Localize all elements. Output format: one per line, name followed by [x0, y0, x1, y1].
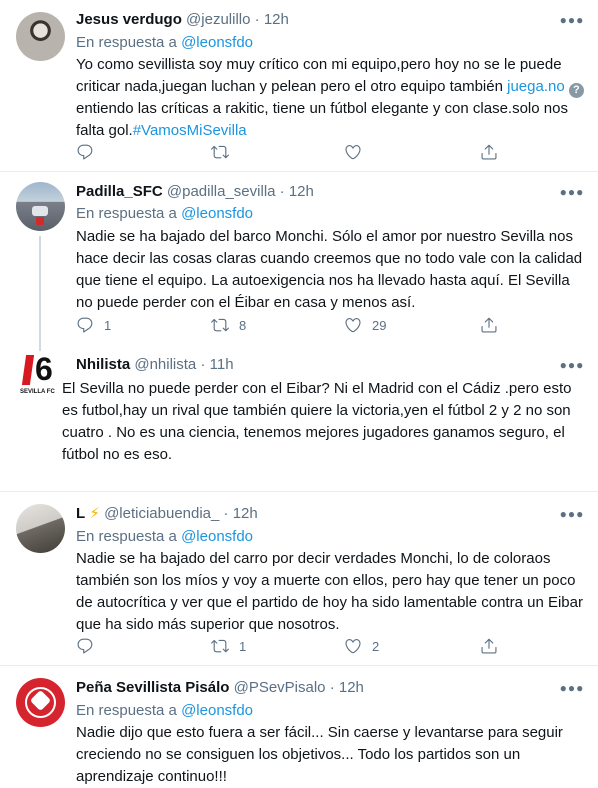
reply-context: En respuesta a @leonsfdo [76, 204, 253, 224]
like-count: 29 [372, 317, 387, 333]
heart-icon [345, 145, 361, 160]
thread-line [39, 347, 41, 351]
heart-icon [345, 639, 361, 654]
logo-bar-shape [21, 355, 35, 385]
reply-prefix: En respuesta a [76, 205, 177, 222]
share-button[interactable] [480, 636, 498, 656]
reply-context: En respuesta a @leonsfdo [76, 701, 253, 721]
avatar[interactable] [16, 504, 65, 553]
avatar-logo-number: 6 [35, 353, 53, 387]
retweet-count: 1 [239, 638, 247, 654]
retweet-icon [211, 639, 229, 653]
author-handle[interactable]: @leticiabuendia_ [104, 505, 219, 522]
thread-line [39, 236, 41, 347]
avatar[interactable] [16, 182, 65, 231]
like-button[interactable]: 29 [344, 315, 386, 335]
tweet-pena-sevillista-pisalo[interactable]: Peña Sevillista Pisálo @PSevPisalo · 12h… [0, 666, 598, 785]
separator-dot: · [223, 505, 229, 522]
avatar[interactable] [16, 678, 65, 727]
author-name[interactable]: L [76, 505, 85, 522]
more-options-icon[interactable]: ●●● [560, 182, 584, 202]
reply-prefix: En respuesta a [76, 528, 177, 545]
separator-dot: · [254, 11, 260, 28]
hashtag-link[interactable]: #VamosMiSevilla [133, 122, 247, 139]
more-options-icon[interactable]: ●●● [560, 355, 584, 375]
timestamp[interactable]: 12h [289, 183, 314, 200]
reply-prefix: En respuesta a [76, 34, 177, 51]
tweet-l[interactable]: L ⚡ @leticiabuendia_ · 12h ●●● En respue… [0, 492, 598, 666]
timestamp[interactable]: 11h [210, 356, 234, 373]
avatar[interactable] [16, 12, 65, 61]
action-bar [76, 142, 506, 162]
tweet-nhilista[interactable]: 6 SEVILLA FC Nhilista @nhilista · 11h ●●… [0, 347, 598, 492]
author-name[interactable]: Jesus verdugo [76, 11, 182, 28]
reply-mention-link[interactable]: @leonsfdo [181, 528, 253, 545]
retweet-count: 8 [239, 317, 247, 333]
retweet-icon [211, 318, 229, 332]
tweet-text: Yo como sevillista soy muy crítico con m… [76, 54, 584, 142]
badge-shape [36, 217, 44, 225]
share-icon [481, 638, 497, 654]
more-options-icon[interactable]: ●●● [560, 678, 584, 698]
share-icon [481, 144, 497, 160]
reply-button[interactable] [76, 142, 104, 162]
reply-mention-link[interactable]: @leonsfdo [181, 205, 253, 222]
separator-dot: · [279, 183, 285, 200]
author-handle[interactable]: @jezulillo [186, 11, 250, 28]
action-bar: 1 2 [76, 636, 506, 656]
reply-context: En respuesta a @leonsfdo [76, 33, 253, 53]
more-options-icon[interactable]: ●●● [560, 504, 584, 524]
author-name[interactable]: Nhilista [76, 356, 130, 373]
conversation-feed: Jesus verdugo @jezulillo · 12h ●●● En re… [0, 0, 598, 785]
action-bar: 1 8 29 [76, 315, 506, 335]
share-icon [481, 317, 497, 333]
inline-link[interactable]: juega.no [507, 78, 565, 95]
author-handle[interactable]: @nhilista [134, 356, 196, 373]
reply-mention-link[interactable]: @leonsfdo [181, 34, 253, 51]
separator-dot: · [200, 356, 206, 373]
timestamp[interactable]: 12h [339, 679, 364, 696]
reply-count: 1 [104, 317, 112, 333]
author-handle[interactable]: @padilla_sevilla [167, 183, 276, 200]
author-handle[interactable]: @PSevPisalo [234, 679, 326, 696]
face-mask-shape [32, 206, 48, 216]
reply-prefix: En respuesta a [76, 702, 177, 719]
retweet-button[interactable]: 1 [211, 636, 246, 656]
tweet-jesus-verdugo[interactable]: Jesus verdugo @jezulillo · 12h ●●● En re… [0, 0, 598, 172]
reply-context: En respuesta a @leonsfdo [76, 527, 253, 547]
like-button[interactable] [344, 142, 372, 162]
author-name[interactable]: Peña Sevillista Pisálo [76, 679, 229, 696]
reply-icon [77, 638, 93, 654]
question-mark-icon: ? [568, 83, 584, 98]
tweet-text-part: Yo como sevillista soy muy crítico con m… [76, 56, 562, 95]
retweet-button[interactable] [211, 142, 239, 162]
reply-button[interactable] [76, 636, 104, 656]
reply-icon [77, 317, 93, 333]
retweet-icon [211, 145, 229, 159]
retweet-button[interactable]: 8 [211, 315, 246, 335]
avatar-logo-caption: SEVILLA FC [20, 389, 55, 395]
separator-dot: · [329, 679, 335, 696]
reply-icon [77, 144, 93, 160]
tweet-text: Nadie se ha bajado del carro por decir v… [76, 550, 583, 633]
share-button[interactable] [480, 315, 498, 335]
tweet-text: Nadie se ha bajado del barco Monchi. Sól… [76, 228, 583, 311]
lightning-icon: ⚡ [89, 505, 100, 522]
reply-button[interactable]: 1 [76, 315, 111, 335]
reply-mention-link[interactable]: @leonsfdo [181, 702, 253, 719]
heart-icon [345, 318, 361, 333]
avatar[interactable]: 6 SEVILLA FC [16, 353, 65, 402]
timestamp[interactable]: 12h [233, 505, 258, 522]
tweet-text: Nadie dijo que esto fuera a ser fácil...… [76, 724, 563, 785]
author-name[interactable]: Padilla_SFC [76, 183, 163, 200]
share-button[interactable] [480, 142, 498, 162]
like-button[interactable]: 2 [344, 636, 379, 656]
timestamp[interactable]: 12h [264, 11, 289, 28]
tweet-padilla-sfc[interactable]: Padilla_SFC @padilla_sevilla · 12h ●●● E… [0, 172, 598, 347]
like-count: 2 [372, 638, 380, 654]
more-options-icon[interactable]: ●●● [560, 10, 584, 30]
tweet-text: El Sevilla no puede perder con el Eibar?… [62, 380, 572, 463]
